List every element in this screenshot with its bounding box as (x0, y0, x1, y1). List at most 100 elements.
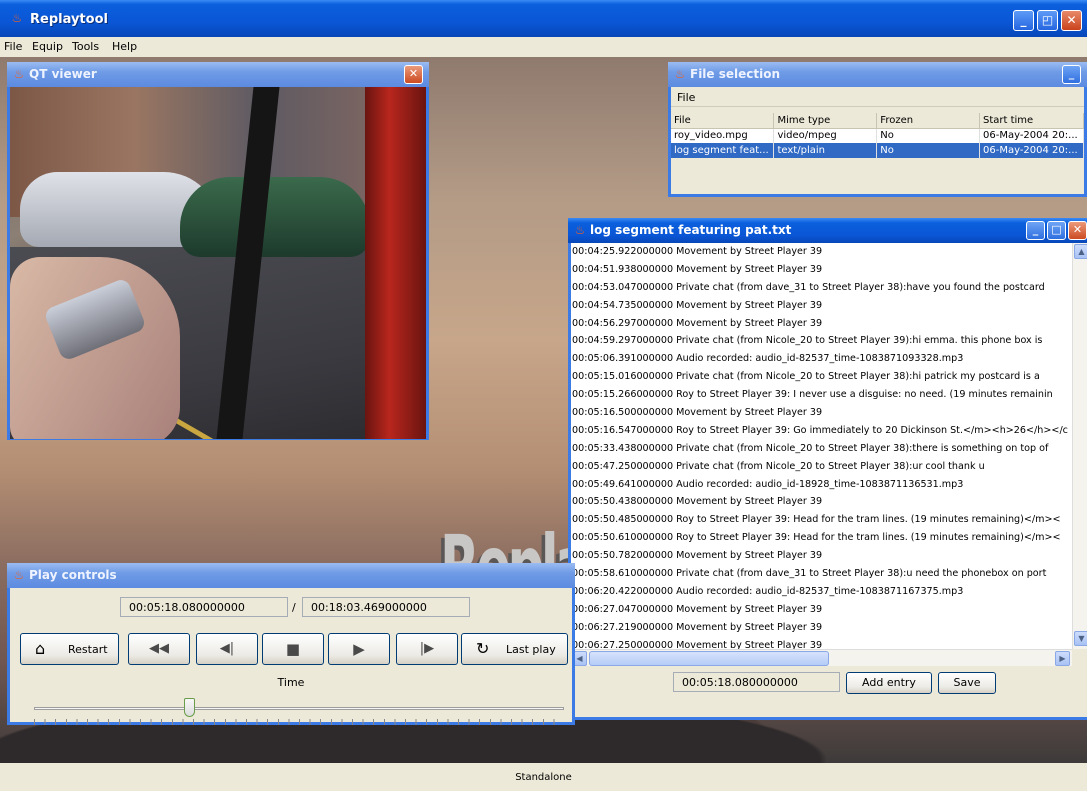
play-icon: ▶ (353, 640, 365, 658)
last-play-button[interactable]: ↻ Last play (461, 633, 568, 665)
scroll-thumb[interactable] (589, 651, 829, 666)
column-header-start-time[interactable]: Start time (979, 113, 1085, 129)
log-entry[interactable]: 00:05:06.391000000 Audio recorded: audio… (571, 350, 1072, 368)
file-cell: log segment feat... (671, 143, 775, 158)
log-entry[interactable]: 00:05:16.547000000 Roy to Street Player … (571, 422, 1072, 440)
time-slider-thumb[interactable] (183, 698, 195, 717)
column-header-file[interactable]: File (671, 113, 775, 129)
log-entry[interactable]: 00:05:50.438000000 Movement by Street Pl… (571, 493, 1072, 511)
log-vertical-scrollbar[interactable]: ▲ ▼ (1072, 243, 1087, 649)
table-row[interactable]: roy_video.mpg video/mpeg No 06-May-2004 … (671, 128, 1085, 143)
menu-equip[interactable]: Equip (32, 40, 63, 53)
log-window-title: log segment featuring pat.txt (590, 223, 792, 237)
home-icon: ⌂ (35, 639, 46, 658)
video-green-car (180, 177, 370, 257)
scroll-down-icon[interactable]: ▼ (1074, 631, 1087, 646)
play-button[interactable]: ▶ (328, 633, 390, 665)
restart-label: Restart (68, 643, 108, 656)
add-entry-button[interactable]: Add entry (846, 672, 932, 694)
step-back-icon: ◀| (219, 641, 235, 656)
menu-file[interactable]: File (4, 40, 22, 53)
log-entry[interactable]: 00:06:27.250000000 Movement by Street Pl… (571, 637, 1072, 649)
log-entry[interactable]: 00:05:50.610000000 Roy to Street Player … (571, 529, 1072, 547)
column-header-frozen[interactable]: Frozen (876, 113, 980, 129)
last-play-label: Last play (506, 643, 556, 656)
log-entry[interactable]: 00:05:50.485000000 Roy to Street Player … (571, 511, 1072, 529)
time-slider-track[interactable] (34, 707, 564, 710)
log-entry[interactable]: 00:04:53.047000000 Private chat (from da… (571, 279, 1072, 297)
rewind-icon: ◀◀ (149, 641, 169, 656)
menu-tools[interactable]: Tools (72, 40, 99, 53)
status-text: Standalone (515, 772, 572, 783)
replay-icon: ↻ (476, 639, 490, 658)
log-horizontal-scrollbar[interactable]: ◀ ▶ (571, 649, 1072, 666)
stop-button[interactable]: ■ (262, 633, 324, 665)
log-entry[interactable]: 00:05:33.438000000 Private chat (from Ni… (571, 440, 1072, 458)
status-bar: Standalone (0, 763, 1087, 791)
log-entry[interactable]: 00:04:51.938000000 Movement by Street Pl… (571, 261, 1072, 279)
app-title-bar[interactable]: ♨ Replaytool _ ◰ ✕ (0, 0, 1087, 37)
minimize-button[interactable]: _ (1013, 10, 1034, 31)
frozen-cell: No (876, 143, 980, 158)
save-button[interactable]: Save (938, 672, 996, 694)
close-button[interactable]: ✕ (1061, 10, 1082, 31)
menu-help[interactable]: Help (112, 40, 137, 53)
log-entry[interactable]: 00:05:47.250000000 Private chat (from Ni… (571, 458, 1072, 476)
log-minimize-button[interactable]: _ (1026, 221, 1045, 240)
log-entry[interactable]: 00:05:15.016000000 Private chat (from Ni… (571, 368, 1072, 386)
log-close-button[interactable]: ✕ (1068, 221, 1087, 240)
file-cell: roy_video.mpg (671, 128, 775, 143)
log-entry[interactable]: 00:04:59.297000000 Private chat (from Ni… (571, 332, 1072, 350)
table-row-selected[interactable]: log segment feat... text/plain No 06-May… (671, 143, 1085, 158)
file-table: File Mime type Frozen Start time roy_vid… (671, 113, 1085, 158)
maximize-button[interactable]: ◰ (1037, 10, 1058, 31)
java-icon: ♨ (674, 67, 686, 81)
log-entry[interactable]: 00:06:27.219000000 Movement by Street Pl… (571, 619, 1072, 637)
video-phonebox-frame (365, 87, 426, 439)
java-icon: ♨ (574, 223, 586, 237)
play-controls-title-bar[interactable]: ♨ Play controls (7, 563, 575, 588)
log-window: ♨ log segment featuring pat.txt _ □ ✕ 00… (568, 218, 1087, 720)
video-frame[interactable] (10, 87, 426, 439)
play-controls-window: ♨ Play controls 00:05:18.080000000 / 00:… (7, 563, 575, 725)
log-entry[interactable]: 00:04:54.735000000 Movement by Street Pl… (571, 297, 1072, 315)
file-selection-minimize-button[interactable]: _ (1062, 65, 1081, 84)
log-window-title-bar[interactable]: ♨ log segment featuring pat.txt _ □ ✕ (568, 218, 1087, 243)
file-selection-menu-file[interactable]: File (677, 91, 695, 104)
log-entry[interactable]: 00:06:20.422000000 Audio recorded: audio… (571, 583, 1072, 601)
app-title: Replaytool (30, 12, 108, 27)
log-entry[interactable]: 00:05:50.782000000 Movement by Street Pl… (571, 547, 1072, 565)
menu-bar: File Equip Tools Help (0, 37, 1087, 57)
java-icon: ♨ (13, 67, 25, 81)
scroll-right-icon[interactable]: ▶ (1055, 651, 1070, 666)
rewind-button[interactable]: ◀◀ (128, 633, 190, 665)
log-entry[interactable]: 00:04:56.297000000 Movement by Street Pl… (571, 315, 1072, 333)
qt-viewer-close-button[interactable]: ✕ (404, 65, 423, 84)
total-time-field: 00:18:03.469000000 (302, 597, 470, 617)
log-entry[interactable]: 00:05:15.266000000 Roy to Street Player … (571, 386, 1072, 404)
log-entry[interactable]: 00:05:58.610000000 Private chat (from da… (571, 565, 1072, 583)
java-app-icon: ♨ (11, 11, 23, 25)
file-selection-menu-bar: File (671, 87, 1084, 107)
column-header-mime-type[interactable]: Mime type (773, 113, 878, 129)
log-maximize-button[interactable]: □ (1047, 221, 1066, 240)
current-time-field[interactable]: 00:05:18.080000000 (120, 597, 288, 617)
log-entry[interactable]: 00:04:25.922000000 Movement by Street Pl… (571, 243, 1072, 261)
frozen-cell: No (876, 128, 980, 143)
log-entry[interactable]: 00:05:49.641000000 Audio recorded: audio… (571, 476, 1072, 494)
scroll-up-icon[interactable]: ▲ (1074, 244, 1087, 259)
time-slider-ticks (34, 719, 564, 725)
start-time-cell: 06-May-2004 20:... (979, 143, 1085, 158)
log-entry[interactable]: 00:06:27.047000000 Movement by Street Pl… (571, 601, 1072, 619)
qt-viewer-title-bar[interactable]: ♨ QT viewer ✕ (7, 62, 429, 87)
log-entry[interactable]: 00:05:16.500000000 Movement by Street Pl… (571, 404, 1072, 422)
log-list[interactable]: 00:04:25.922000000 Movement by Street Pl… (571, 243, 1072, 649)
mime-cell: video/mpeg (773, 128, 878, 143)
file-selection-title-bar[interactable]: ♨ File selection _ (668, 62, 1087, 87)
restart-button[interactable]: ⌂ Restart (20, 633, 119, 665)
java-icon: ♨ (13, 568, 25, 582)
log-time-field[interactable]: 00:05:18.080000000 (673, 672, 840, 692)
time-separator: / (292, 601, 296, 614)
step-forward-button[interactable]: |▶ (396, 633, 458, 665)
step-back-button[interactable]: ◀| (196, 633, 258, 665)
